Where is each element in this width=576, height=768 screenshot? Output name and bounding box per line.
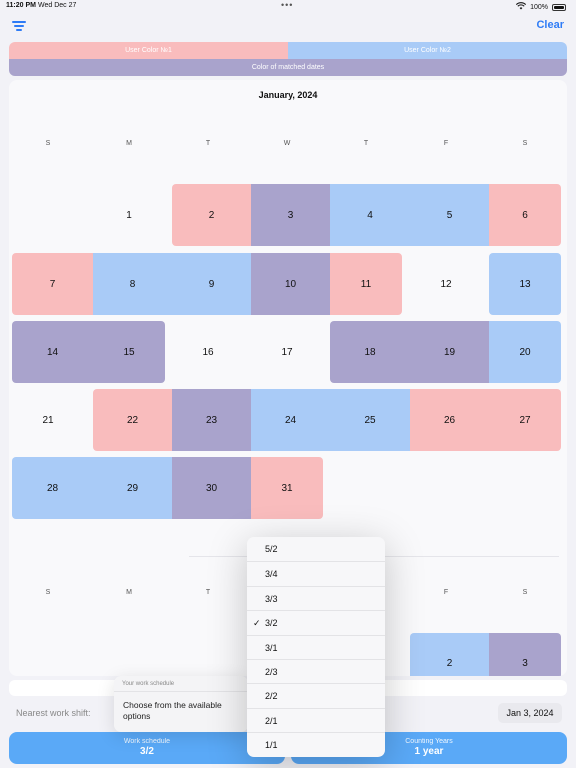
menu-option-label: 2/1 bbox=[265, 715, 278, 726]
calendar-day[interactable]: 2 bbox=[172, 184, 251, 246]
weekday-header-next: T bbox=[205, 589, 211, 596]
menu-option[interactable]: ✓ 3/2 bbox=[247, 610, 385, 634]
menu-option-label: 3/4 bbox=[265, 569, 278, 580]
calendar-day[interactable]: 12 bbox=[410, 253, 482, 315]
tooltip-text: Choose from the available options bbox=[123, 700, 222, 721]
battery-icon bbox=[552, 3, 566, 11]
calendar-day[interactable]: 30 bbox=[172, 457, 251, 519]
weekday-header: W bbox=[283, 140, 291, 147]
menu-option-label: 3/3 bbox=[265, 593, 278, 604]
weekday-header: S bbox=[45, 140, 51, 147]
weekday-header-next: F bbox=[443, 589, 449, 596]
nearest-shift-date[interactable]: Jan 3, 2024 bbox=[498, 703, 562, 723]
calendar-day[interactable]: 20 bbox=[489, 321, 561, 383]
calendar-day[interactable]: 4 bbox=[330, 184, 410, 246]
tooltip-title: Your work schedule bbox=[122, 681, 175, 687]
tooltip-divider bbox=[114, 691, 248, 692]
weekday-header: S bbox=[522, 140, 528, 147]
work-schedule-value: 3/2 bbox=[140, 746, 154, 757]
calendar-day[interactable]: 13 bbox=[489, 253, 561, 315]
calendar-day[interactable]: 27 bbox=[489, 389, 561, 451]
calendar-day[interactable]: 8 bbox=[93, 253, 172, 315]
weekday-header-next: S bbox=[45, 589, 51, 596]
weekday-header: T bbox=[363, 140, 369, 147]
calendar-day[interactable]: 26 bbox=[410, 389, 489, 451]
calendar-day[interactable]: 28 bbox=[12, 457, 93, 519]
work-schedule-label: Work schedule bbox=[123, 738, 171, 745]
calendar-day[interactable]: 17 bbox=[251, 321, 323, 383]
calendar-day[interactable]: 23 bbox=[172, 389, 251, 451]
nearest-shift-label: Nearest work shift: bbox=[16, 708, 91, 718]
calendar-day[interactable]: 5 bbox=[410, 184, 489, 246]
multitasking-dots-icon[interactable]: ••• bbox=[281, 0, 293, 10]
weekday-header-next: S bbox=[522, 589, 528, 596]
calendar-day[interactable]: 22 bbox=[93, 389, 172, 451]
calendar-day[interactable]: 25 bbox=[330, 389, 410, 451]
menu-option-label: 2/3 bbox=[265, 667, 278, 677]
menu-option[interactable]: 1/1 bbox=[247, 732, 385, 756]
menu-option-label: 3/2 bbox=[265, 618, 278, 629]
status-bar: 11:20 PM Wed Dec 27 ••• 100% bbox=[0, 0, 576, 14]
menu-option-label: 2/2 bbox=[265, 691, 278, 702]
weekday-header: T bbox=[205, 140, 211, 147]
calendar-day[interactable]: 18 bbox=[330, 321, 410, 383]
legend-user-color-1[interactable]: User Color №1 bbox=[9, 42, 288, 59]
menu-option-label: 1/1 bbox=[265, 740, 278, 751]
status-date: Wed Dec 27 bbox=[38, 2, 77, 9]
menu-option[interactable]: 5/2 bbox=[247, 537, 385, 561]
battery-percent: 100% bbox=[530, 3, 548, 11]
calendar-day[interactable]: 7 bbox=[12, 253, 93, 315]
schedule-options-menu[interactable]: 5/2 3/4 3/3 ✓ 3/2 3/1 2/3 2/2 2/1 1/1 bbox=[247, 537, 385, 757]
calendar-day[interactable]: 10 bbox=[251, 253, 330, 315]
calendar-day[interactable]: 3 bbox=[251, 184, 330, 246]
clear-button[interactable]: Clear bbox=[536, 19, 564, 31]
calendar-day[interactable]: 21 bbox=[12, 389, 84, 451]
legend-user-color-2[interactable]: User Color №2 bbox=[288, 42, 567, 59]
work-schedule-button[interactable]: Work schedule 3/2 bbox=[9, 732, 285, 764]
wifi-icon bbox=[516, 2, 527, 12]
menu-option[interactable]: 2/3 bbox=[247, 659, 385, 683]
calendar-day[interactable]: 19 bbox=[410, 321, 489, 383]
calendar-day[interactable]: 1 bbox=[93, 184, 165, 246]
status-right: 100% bbox=[516, 2, 566, 12]
schedule-tooltip: Your work schedule Choose from the avail… bbox=[114, 676, 248, 732]
menu-option[interactable]: 2/1 bbox=[247, 707, 385, 732]
calendar-day[interactable]: 16 bbox=[172, 321, 244, 383]
menu-option-label: 3/1 bbox=[265, 642, 278, 653]
calendar-day[interactable]: 14 bbox=[12, 321, 93, 383]
status-time: 11:20 PM bbox=[6, 2, 36, 9]
weekday-header: F bbox=[443, 140, 449, 147]
legend-matched-color[interactable]: Color of matched dates bbox=[9, 59, 567, 76]
checkmark-icon: ✓ bbox=[253, 618, 261, 629]
calendar-day[interactable]: 9 bbox=[172, 253, 251, 315]
filter-icon[interactable] bbox=[12, 20, 26, 32]
weekday-header-next: M bbox=[126, 589, 132, 596]
menu-option[interactable]: 3/3 bbox=[247, 585, 385, 610]
calendar-day[interactable]: 11 bbox=[330, 253, 402, 315]
calendar-day[interactable]: 31 bbox=[251, 457, 323, 519]
calendar-day[interactable]: 29 bbox=[93, 457, 172, 519]
calendar-day-next[interactable]: 2 bbox=[410, 633, 489, 676]
menu-option[interactable]: 3/1 bbox=[247, 634, 385, 659]
menu-option[interactable]: 3/4 bbox=[247, 561, 385, 585]
calendar-day-next[interactable]: 3 bbox=[489, 633, 561, 676]
month-title: January, 2024 bbox=[258, 90, 318, 100]
weekday-header: M bbox=[126, 140, 132, 147]
menu-option[interactable]: 2/2 bbox=[247, 683, 385, 707]
calendar-day[interactable]: 24 bbox=[251, 389, 330, 451]
calendar-day[interactable]: 15 bbox=[93, 321, 165, 383]
color-legend: User Color №1 User Color №2 Color of mat… bbox=[9, 42, 567, 76]
calendar-day[interactable]: 6 bbox=[489, 184, 561, 246]
menu-option-label: 5/2 bbox=[265, 544, 278, 554]
